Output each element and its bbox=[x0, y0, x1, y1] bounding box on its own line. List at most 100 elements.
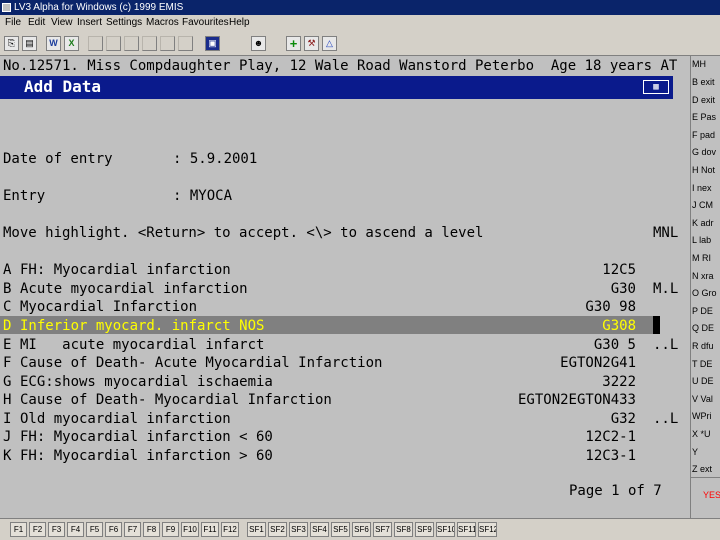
result-code: 12C3-1 bbox=[585, 448, 636, 464]
menu-help[interactable]: Help bbox=[229, 15, 250, 30]
add-icon[interactable]: + bbox=[286, 36, 301, 51]
sidebar-item[interactable]: M RI bbox=[692, 253, 711, 264]
result-letter: A bbox=[3, 262, 12, 278]
result-code: G308 bbox=[602, 318, 636, 334]
fkey-f3[interactable]: F3 bbox=[48, 522, 65, 537]
sidebar-item[interactable]: H Not bbox=[692, 165, 715, 176]
sidebar-item[interactable]: J CM bbox=[692, 200, 713, 211]
sidebar-item[interactable]: R dfu bbox=[692, 341, 714, 352]
sidebar-item[interactable]: Y bbox=[692, 447, 698, 458]
toolbar-blank-button[interactable] bbox=[160, 36, 175, 51]
menu-view[interactable]: View bbox=[51, 15, 73, 30]
excel-icon[interactable]: X bbox=[64, 36, 79, 51]
sidebar-item[interactable]: WPri bbox=[692, 411, 712, 422]
toolbar-blank-button[interactable] bbox=[178, 36, 193, 51]
sidebar-item[interactable]: G dov bbox=[692, 147, 716, 158]
window-title: LV3 Alpha for Windows (c) 1999 EMIS bbox=[14, 2, 184, 13]
toolbar-blank-button[interactable] bbox=[124, 36, 139, 51]
result-row[interactable]: Inferior myocard. infarct NOS bbox=[20, 318, 264, 334]
tools-icon[interactable]: ⚒ bbox=[304, 36, 319, 51]
sidebar-item[interactable]: D exit bbox=[692, 95, 715, 106]
result-letter: D bbox=[3, 318, 12, 334]
clipboard-icon[interactable]: ⎘ bbox=[4, 36, 19, 51]
result-code: 3222 bbox=[602, 374, 636, 390]
menu-macros[interactable]: Macros bbox=[146, 15, 179, 30]
fkey-sf8[interactable]: SF8 bbox=[394, 522, 413, 537]
panel-icon[interactable]: ▦ bbox=[643, 80, 669, 94]
fkey-sf11[interactable]: SF11 bbox=[457, 522, 476, 537]
fkey-sf6[interactable]: SF6 bbox=[352, 522, 371, 537]
sidebar-item[interactable]: U DE bbox=[692, 376, 714, 387]
result-row[interactable]: Cause of Death- Myocardial Infarction bbox=[20, 392, 332, 408]
result-row[interactable]: FH: Myocardial infarction < 60 bbox=[20, 429, 273, 445]
date-of-entry-value: : 5.9.2001 bbox=[173, 151, 258, 167]
result-letter: F bbox=[3, 355, 12, 371]
sidebar-item[interactable]: N xra bbox=[692, 271, 714, 282]
sidebar-item[interactable]: O Gro bbox=[692, 288, 717, 299]
fkey-f5[interactable]: F5 bbox=[86, 522, 103, 537]
toolbar-blank-button[interactable] bbox=[106, 36, 121, 51]
word-icon[interactable]: W bbox=[46, 36, 61, 51]
sidebar-item[interactable]: V Val bbox=[692, 394, 713, 405]
fkey-sf12[interactable]: SF12 bbox=[478, 522, 497, 537]
menu-file[interactable]: File bbox=[5, 15, 21, 30]
fkey-sf10[interactable]: SF10 bbox=[436, 522, 455, 537]
fkey-f6[interactable]: F6 bbox=[105, 522, 122, 537]
sidebar-item[interactable]: Q DE bbox=[692, 323, 714, 334]
menu-bar: File Edit View Insert Settings Macros Fa… bbox=[0, 15, 720, 30]
sidebar-item[interactable]: X *U bbox=[692, 429, 711, 440]
fkey-sf3[interactable]: SF3 bbox=[289, 522, 308, 537]
result-letter: J bbox=[3, 429, 12, 445]
fkey-sf1[interactable]: SF1 bbox=[247, 522, 266, 537]
result-row[interactable]: FH: Myocardial infarction bbox=[20, 262, 231, 278]
fkey-f1[interactable]: F1 bbox=[10, 522, 27, 537]
fkey-sf2[interactable]: SF2 bbox=[268, 522, 287, 537]
fkey-f7[interactable]: F7 bbox=[124, 522, 141, 537]
sidebar-item[interactable]: P DE bbox=[692, 306, 713, 317]
pager: Page 1 of 7 bbox=[569, 483, 662, 499]
terminal-area: No.12571. Miss Compdaughter Play, 12 Wal… bbox=[0, 56, 690, 518]
selection-cursor bbox=[653, 316, 660, 334]
user-search-icon[interactable]: ☻ bbox=[251, 36, 266, 51]
fkey-f12[interactable]: F12 bbox=[221, 522, 239, 537]
sidebar-item[interactable]: I nex bbox=[692, 183, 712, 194]
flask-icon[interactable]: △ bbox=[322, 36, 337, 51]
result-row[interactable]: MI acute myocardial infarct bbox=[20, 337, 264, 353]
book-icon[interactable]: ▣ bbox=[205, 36, 220, 51]
fkey-f4[interactable]: F4 bbox=[67, 522, 84, 537]
sidebar-item[interactable]: E Pas bbox=[692, 112, 716, 123]
result-row[interactable]: Myocardial Infarction bbox=[20, 299, 197, 315]
result-row[interactable]: ECG:shows myocardial ischaemia bbox=[20, 374, 273, 390]
result-row[interactable]: Acute myocardial infarction bbox=[20, 281, 248, 297]
fkey-f8[interactable]: F8 bbox=[143, 522, 160, 537]
fkey-sf4[interactable]: SF4 bbox=[310, 522, 329, 537]
sidebar-item[interactable]: B exit bbox=[692, 77, 715, 88]
fkey-f10[interactable]: F10 bbox=[181, 522, 199, 537]
calendar-icon[interactable]: ▤ bbox=[22, 36, 37, 51]
fkey-sf5[interactable]: SF5 bbox=[331, 522, 350, 537]
toolbar-blank-button[interactable] bbox=[88, 36, 103, 51]
menu-insert[interactable]: Insert bbox=[77, 15, 102, 30]
menu-settings[interactable]: Settings bbox=[106, 15, 142, 30]
sidebar-item[interactable]: T DE bbox=[692, 359, 712, 370]
date-of-entry-label: Date of entry bbox=[3, 151, 113, 167]
sidebar-divider bbox=[691, 477, 720, 478]
sidebar-item[interactable]: K adr bbox=[692, 218, 714, 229]
menu-favourites[interactable]: Favourites bbox=[182, 15, 229, 30]
fkey-sf7[interactable]: SF7 bbox=[373, 522, 392, 537]
result-row[interactable]: Old myocardial infarction bbox=[20, 411, 231, 427]
result-row[interactable]: FH: Myocardial infarction > 60 bbox=[20, 448, 273, 464]
menu-edit[interactable]: Edit bbox=[28, 15, 45, 30]
sidebar-item[interactable]: F pad bbox=[692, 130, 715, 141]
toolbar-blank-button[interactable] bbox=[142, 36, 157, 51]
function-key-bar: F1 F2 F3 F4 F5 F6 F7 F8 F9 F10 F11 F12 SF1 SF2 SF3 SF4 S… bbox=[0, 518, 720, 540]
title-bar: LV3 Alpha for Windows (c) 1999 EMIS bbox=[0, 0, 720, 15]
fkey-sf9[interactable]: SF9 bbox=[415, 522, 434, 537]
sidebar-item[interactable]: L lab bbox=[692, 235, 711, 246]
fkey-f9[interactable]: F9 bbox=[162, 522, 179, 537]
sidebar-item[interactable]: Z ext bbox=[692, 464, 712, 475]
result-row[interactable]: Cause of Death- Acute Myocardial Infarct… bbox=[20, 355, 382, 371]
fkey-f11[interactable]: F11 bbox=[201, 522, 219, 537]
fkey-f2[interactable]: F2 bbox=[29, 522, 46, 537]
result-code: 12C2-1 bbox=[585, 429, 636, 445]
